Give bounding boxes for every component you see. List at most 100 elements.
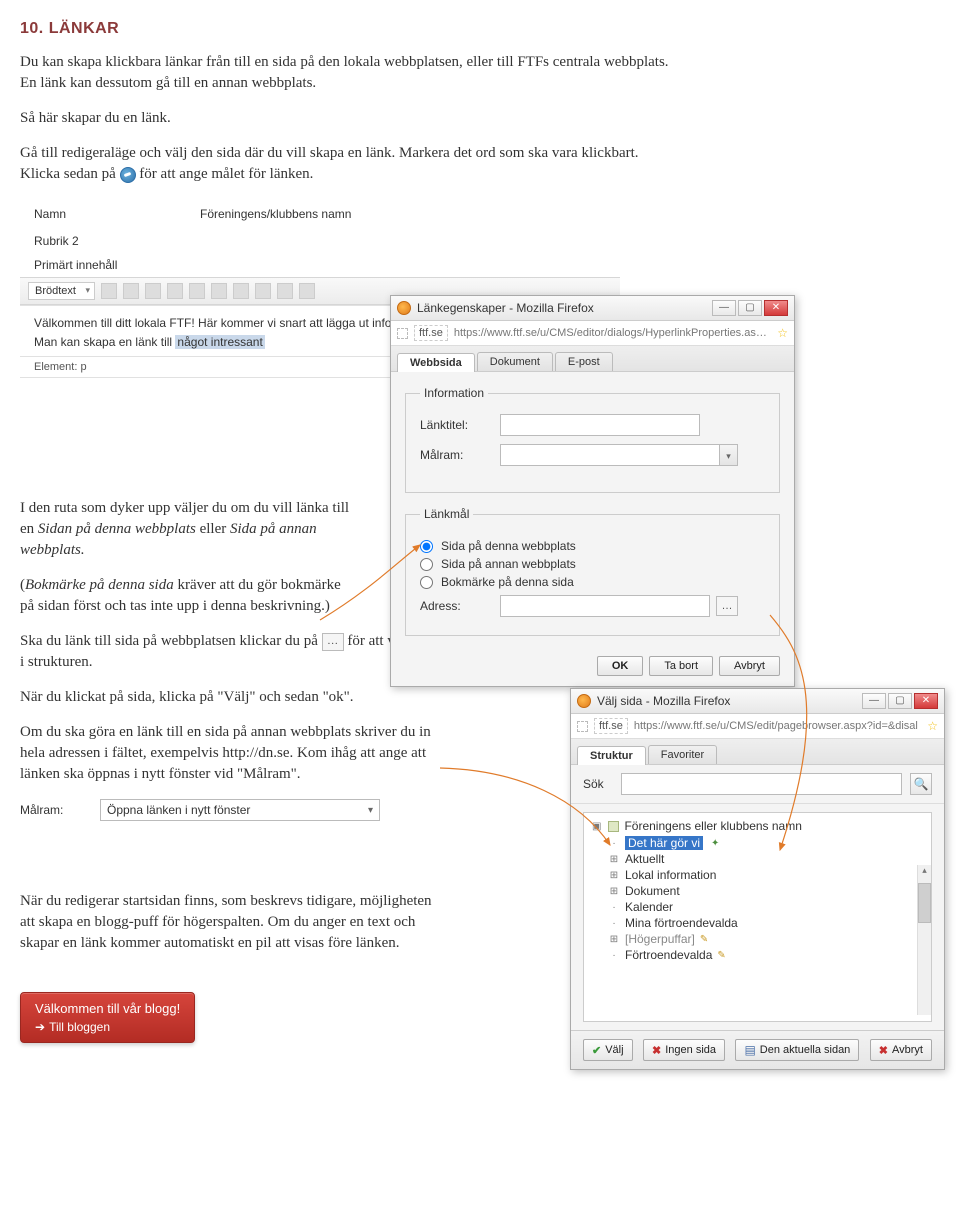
- folder-icon: [608, 821, 619, 832]
- toolbar-style-dropdown[interactable]: Brödtext: [28, 282, 95, 300]
- input-adress[interactable]: [500, 595, 710, 617]
- dialog-title: Välj sida - Mozilla Firefox: [597, 694, 730, 708]
- tree-item[interactable]: ⊞ Aktuellt: [608, 852, 923, 866]
- tree-item-label: Det här gör vi: [625, 836, 703, 850]
- radio-row-bokmarke[interactable]: Bokmärke på denna sida: [420, 575, 765, 589]
- tree-item[interactable]: ⊞ [Högerpuffar] ✎: [608, 932, 923, 946]
- toolbar-icon[interactable]: [211, 283, 227, 299]
- blog-link: Till bloggen: [49, 1020, 110, 1034]
- paragraph-browse: Ska du länk till sida på webbplatsen kli…: [20, 631, 450, 673]
- page-icon: [577, 721, 588, 732]
- radio-label: Bokmärke på denna sida: [441, 575, 574, 589]
- star-icon[interactable]: ☆: [927, 719, 938, 733]
- selected-text: något intressant: [175, 335, 264, 349]
- radio-row-denna[interactable]: Sida på denna webbplats: [420, 539, 765, 553]
- tree-item-label: [Högerpuffar]: [625, 932, 695, 946]
- radio-row-annan[interactable]: Sida på annan webbplats: [420, 557, 765, 571]
- tree-item[interactable]: ·Mina förtroendevalda: [608, 916, 923, 930]
- tab-webbsida[interactable]: Webbsida: [397, 353, 475, 372]
- close-button[interactable]: ✕: [764, 300, 788, 316]
- cancel-button[interactable]: Avbryt: [719, 656, 780, 676]
- toolbar-icon[interactable]: [101, 283, 117, 299]
- toolbar-icon[interactable]: [123, 283, 139, 299]
- maximize-button[interactable]: ▢: [738, 300, 762, 316]
- page-tree: Föreningens eller klubbens namn · Det här…: [583, 812, 932, 1022]
- tree-item[interactable]: ⊞Dokument: [608, 884, 923, 898]
- valj-button[interactable]: ✔Välj: [583, 1039, 633, 1061]
- tree-item[interactable]: ·Det här gör vi✦: [608, 836, 923, 850]
- avbryt-button[interactable]: ✖Avbryt: [870, 1039, 932, 1061]
- tree-root[interactable]: Föreningens eller klubbens namn: [592, 819, 923, 833]
- tree-item-label: Förtroendevalda: [625, 948, 712, 962]
- tab-epost[interactable]: E-post: [555, 352, 613, 371]
- firefox-icon: [577, 694, 591, 708]
- toolbar-icon[interactable]: [167, 283, 183, 299]
- expand-icon[interactable]: ·: [608, 902, 620, 913]
- maximize-button[interactable]: ▢: [888, 693, 912, 709]
- tab-struktur[interactable]: Struktur: [577, 746, 646, 765]
- tab-favoriter[interactable]: Favoriter: [648, 745, 717, 764]
- expand-icon[interactable]: ⊞: [608, 934, 620, 945]
- dropdown-caret-icon[interactable]: ▾: [720, 444, 738, 466]
- tab-dokument[interactable]: Dokument: [477, 352, 553, 371]
- chevron-down-icon: ▾: [368, 805, 373, 816]
- ingen-sida-button[interactable]: ✖Ingen sida: [643, 1039, 725, 1061]
- dialog-button-row: ✔Välj ✖Ingen sida ▤Den aktuella sidan ✖A…: [571, 1030, 944, 1069]
- edit-icon: ✎: [700, 934, 708, 945]
- tree-item[interactable]: ⊞Lokal information: [608, 868, 923, 882]
- input-malram[interactable]: [500, 444, 720, 466]
- toolbar-icon[interactable]: [255, 283, 271, 299]
- close-button[interactable]: ✕: [914, 693, 938, 709]
- toolbar-icon[interactable]: [299, 283, 315, 299]
- paragraph-bookmark-note: (Bokmärke på denna sida kräver att du gö…: [20, 575, 350, 617]
- paragraph-external-link: Om du ska göra en länk till en sida på a…: [20, 722, 450, 785]
- ellipsis-icon: …: [322, 633, 344, 651]
- dialog-title: Länkegenskaper - Mozilla Firefox: [417, 301, 594, 315]
- den-aktuella-button[interactable]: ▤Den aktuella sidan: [735, 1039, 859, 1061]
- information-legend: Information: [420, 386, 488, 400]
- radio-label: Sida på annan webbplats: [441, 557, 576, 571]
- search-label: Sök: [583, 777, 613, 791]
- dialog-urlbar: ftf.se https://www.ftf.se/u/CMS/editor/d…: [391, 321, 794, 346]
- link-properties-dialog: Länkegenskaper - Mozilla Firefox — ▢ ✕ f…: [390, 295, 795, 687]
- tree-root-label: Föreningens eller klubbens namn: [624, 819, 801, 833]
- radio-sida-annan[interactable]: [420, 558, 433, 571]
- blog-title: Välkommen till vår blogg!: [35, 1001, 180, 1016]
- field-value-namn[interactable]: Föreningens/klubbens namn: [194, 204, 606, 224]
- toolbar-icon[interactable]: [189, 283, 205, 299]
- ok-button[interactable]: OK: [597, 656, 644, 676]
- search-input[interactable]: [621, 773, 902, 795]
- tree-item-label: Aktuellt: [625, 852, 664, 866]
- field-value-rubrik2[interactable]: [194, 238, 606, 244]
- toolbar-icon[interactable]: [277, 283, 293, 299]
- expand-icon[interactable]: ·: [608, 918, 620, 929]
- expand-icon[interactable]: ·: [608, 838, 620, 849]
- tree-scrollbar[interactable]: ▴: [917, 865, 931, 1015]
- expand-icon[interactable]: ⊞: [608, 870, 620, 881]
- search-go-button[interactable]: 🔍: [910, 773, 932, 795]
- radio-label: Sida på denna webbplats: [441, 539, 576, 553]
- intro-paragraph-1: Du kan skapa klickbara länkar från till …: [20, 52, 680, 94]
- tree-item[interactable]: ·Kalender: [608, 900, 923, 914]
- input-linktitle[interactable]: [500, 414, 700, 436]
- minimize-button[interactable]: —: [712, 300, 736, 316]
- toolbar-icon[interactable]: [145, 283, 161, 299]
- browse-button[interactable]: …: [716, 596, 738, 616]
- label-linktitle: Länktitel:: [420, 418, 500, 432]
- firefox-icon: [397, 301, 411, 315]
- select-page-dialog: Välj sida - Mozilla Firefox — ▢ ✕ ftf.se…: [570, 688, 945, 1070]
- expand-icon[interactable]: ⊞: [608, 854, 620, 865]
- expand-icon[interactable]: ·: [608, 950, 620, 961]
- toolbar-icon[interactable]: [233, 283, 249, 299]
- radio-sida-denna[interactable]: [420, 540, 433, 553]
- star-icon[interactable]: ☆: [777, 326, 788, 340]
- minimize-button[interactable]: —: [862, 693, 886, 709]
- remove-button[interactable]: Ta bort: [649, 656, 713, 676]
- expand-icon[interactable]: ⊞: [608, 886, 620, 897]
- dialog-urlbar: ftf.se https://www.ftf.se/u/CMS/edit/pag…: [571, 714, 944, 739]
- label-malram: Målram:: [420, 448, 500, 462]
- blog-puff-button[interactable]: Välkommen till vår blogg! ➔Till bloggen: [20, 992, 195, 1043]
- radio-bokmarke[interactable]: [420, 576, 433, 589]
- tree-item[interactable]: ·Förtroendevalda✎: [608, 948, 923, 962]
- malram-select[interactable]: Öppna länken i nytt fönster ▾: [100, 799, 380, 821]
